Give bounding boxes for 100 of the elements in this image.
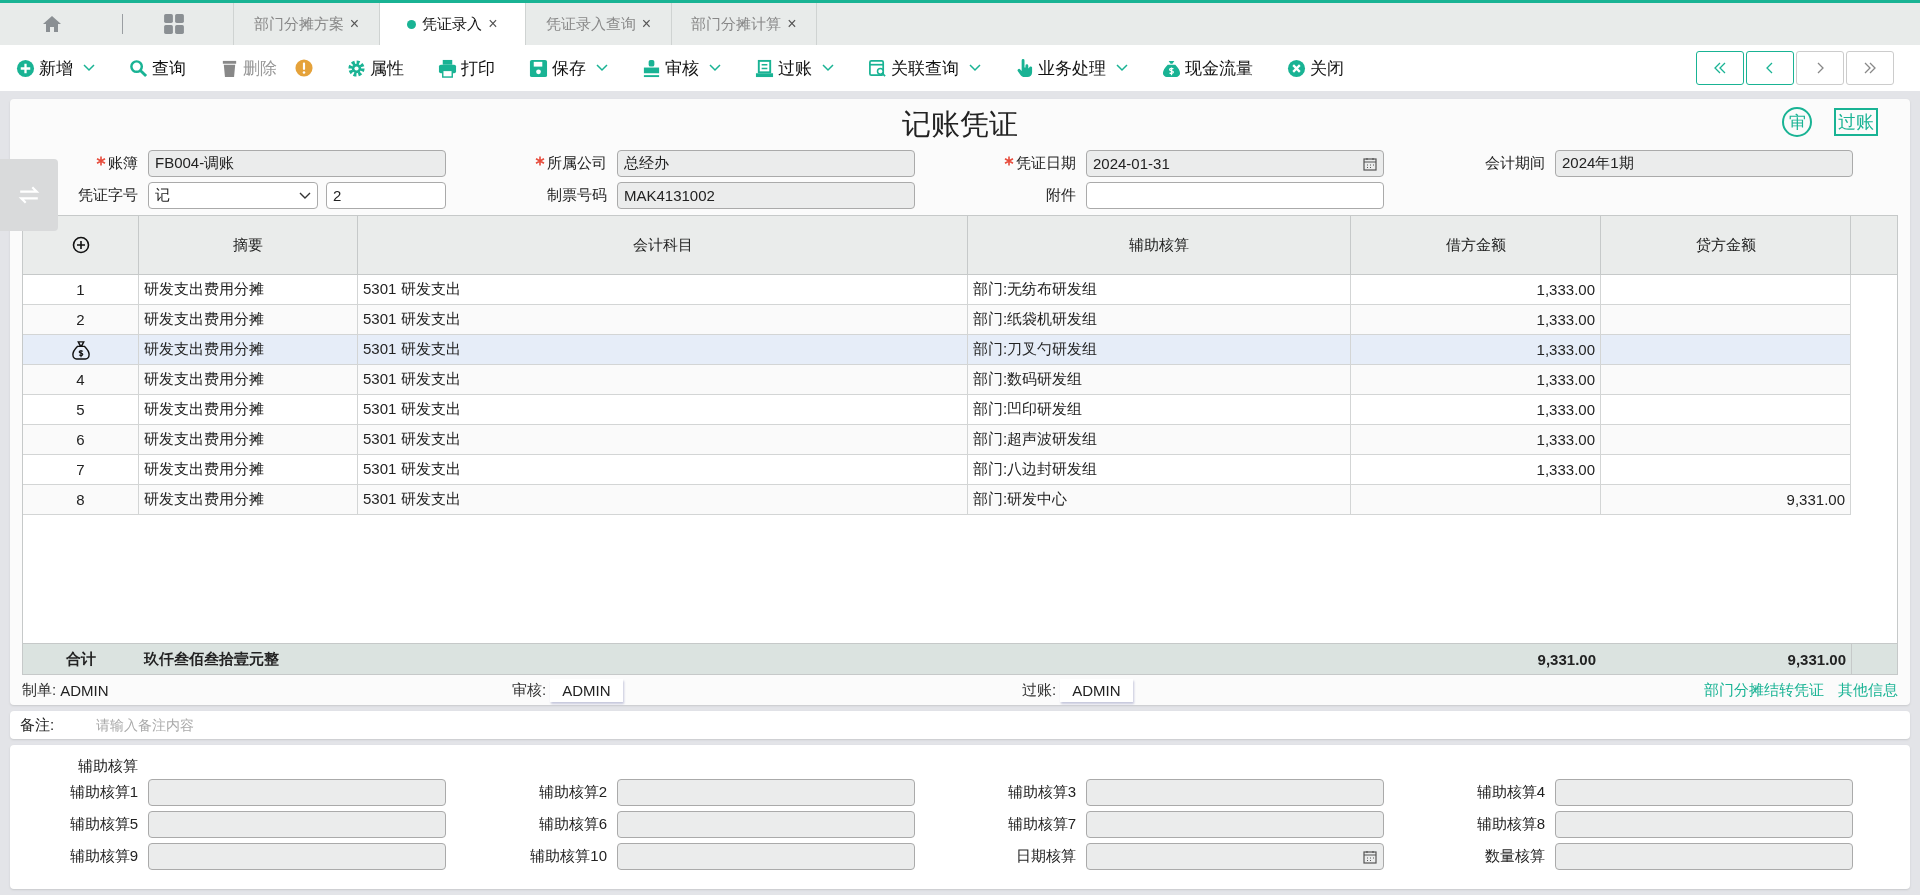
input-field[interactable] — [148, 811, 446, 838]
table-cell: 1,333.00 — [1351, 395, 1601, 424]
table-cell: 研发支出费用分摊 — [139, 485, 358, 514]
signature-value: ADMIN — [1060, 678, 1133, 702]
pager-button[interactable] — [1746, 51, 1794, 85]
column-header: 会计科目 — [358, 216, 968, 274]
toolbar-button[interactable]: 查询 — [129, 56, 186, 80]
column-header: 辅助核算 — [968, 216, 1351, 274]
table-cell: 部门:无纺布研发组 — [968, 275, 1351, 304]
input-field[interactable] — [617, 779, 915, 806]
field-label: 辅助核算4 — [1476, 783, 1545, 802]
table-row[interactable]: 研发支出费用分摊 5301 研发支出 部门:刀叉勺研发组 1,333.00 — [23, 335, 1851, 365]
settings-icon — [347, 58, 366, 78]
input-field[interactable]: 总经办 — [617, 150, 915, 177]
table-cell: 9,331.00 — [1601, 485, 1851, 514]
table-cell: 研发支出费用分摊 — [139, 365, 358, 394]
row-number: 2 — [76, 311, 85, 328]
toolbar-button[interactable]: 打印 — [438, 56, 495, 80]
close-icon[interactable]: × — [641, 15, 652, 33]
swap-arrows-icon — [18, 186, 40, 204]
date-field[interactable]: 2024-01-31 — [1086, 150, 1384, 177]
select-field[interactable]: 记 — [148, 182, 318, 209]
money-bag-icon — [1162, 58, 1181, 78]
input-field[interactable] — [1555, 843, 1853, 870]
grid-icon[interactable] — [163, 13, 185, 35]
close-icon — [1287, 58, 1306, 78]
row-number: 5 — [76, 401, 85, 418]
toolbar-button[interactable]: 审核 — [642, 56, 721, 80]
column-header: 摘要 — [139, 216, 358, 274]
double-chevron-left-icon — [1713, 61, 1727, 75]
table-row[interactable]: 8 研发支出费用分摊 5301 研发支出 部门:研发中心 9,331.00 — [23, 485, 1851, 515]
input-field[interactable] — [617, 843, 915, 870]
debit-total: 9,331.00 — [1536, 649, 1597, 670]
close-icon[interactable]: × — [787, 15, 797, 33]
input-field[interactable]: MAK4131002 — [617, 182, 915, 209]
active-dot-icon — [407, 19, 417, 29]
table-cell: 5301 研发支出 — [358, 395, 968, 424]
table-cell: 5301 研发支出 — [358, 275, 968, 304]
voucher-title: 记账凭证 — [902, 107, 1018, 142]
input-field[interactable]: 2024年1期 — [1555, 150, 1853, 177]
field-label: 附件 — [1046, 186, 1076, 205]
field-label: 制票号码 — [547, 186, 607, 205]
home-icon[interactable] — [42, 14, 62, 34]
search-icon — [129, 58, 148, 78]
total-label: 合计 — [65, 648, 97, 669]
table-cell: 部门:研发中心 — [968, 485, 1351, 514]
input-field[interactable] — [1555, 811, 1853, 838]
signature-value: ADMIN — [60, 681, 109, 699]
toolbar-button[interactable]: 现金流量 — [1162, 56, 1253, 80]
input-field[interactable] — [1086, 182, 1384, 209]
toolbar-button[interactable]: 业务处理 — [1015, 56, 1128, 80]
field-label: 辅助核算6 — [538, 815, 607, 834]
plus-circle-icon[interactable] — [71, 236, 90, 254]
date-field[interactable] — [1086, 843, 1384, 870]
table-cell: 5301 研发支出 — [358, 365, 968, 394]
swap-toggle[interactable] — [0, 159, 58, 231]
tab[interactable]: 凭证录入 × — [379, 3, 525, 45]
plus-circle-icon — [16, 58, 35, 78]
field-label: 账簿 — [108, 154, 138, 173]
table-row[interactable]: 4 研发支出费用分摊 5301 研发支出 部门:数码研发组 1,333.00 — [23, 365, 1851, 395]
input-field[interactable]: 2 — [326, 182, 446, 209]
table-row[interactable]: 6 研发支出费用分摊 5301 研发支出 部门:超声波研发组 1,333.00 — [23, 425, 1851, 455]
chevron-down-icon — [299, 191, 311, 200]
table-cell: 研发支出费用分摊 — [139, 425, 358, 454]
toolbar-button[interactable]: 属性 — [347, 56, 404, 80]
input-field[interactable] — [1086, 779, 1384, 806]
input-field[interactable]: FB004-调账 — [148, 150, 446, 177]
table-cell: 1,333.00 — [1351, 455, 1601, 484]
row-number: 1 — [76, 281, 85, 298]
toolbar-button[interactable]: 过账 — [755, 56, 834, 80]
input-field[interactable] — [148, 843, 446, 870]
section-title: 辅助核算 — [77, 757, 139, 776]
toolbar-button[interactable]: 关闭 — [1287, 56, 1344, 80]
printer-icon — [438, 58, 457, 78]
row-number: 4 — [76, 371, 85, 388]
close-icon[interactable]: × — [349, 15, 360, 33]
money-bag-icon[interactable] — [71, 339, 90, 360]
input-field[interactable] — [148, 779, 446, 806]
pager-button[interactable] — [1696, 51, 1744, 85]
table-cell: 部门:数码研发组 — [968, 365, 1351, 394]
remark-label: 备注: — [20, 715, 56, 735]
table-row[interactable]: 2 研发支出费用分摊 5301 研发支出 部门:纸袋机研发组 1,333.00 — [23, 305, 1851, 335]
field-label: 日期核算 — [1016, 847, 1076, 866]
table-cell: 研发支出费用分摊 — [139, 395, 358, 424]
table-cell: 研发支出费用分摊 — [139, 275, 358, 304]
table-cell: 5301 研发支出 — [358, 455, 968, 484]
field-label: 辅助核算2 — [538, 783, 607, 802]
remark-field[interactable]: 备注: 请输入备注内容 — [10, 711, 1910, 739]
row-number: 6 — [76, 431, 85, 448]
close-icon[interactable]: × — [488, 15, 498, 33]
table-cell: 1,333.00 — [1351, 425, 1601, 454]
table-cell: 研发支出费用分摊 — [139, 455, 358, 484]
toolbar-button[interactable]: 保存 — [529, 56, 608, 80]
table-cell: 研发支出费用分摊 — [139, 305, 358, 334]
input-field[interactable] — [1555, 779, 1853, 806]
toolbar-button[interactable]: 新增 — [16, 56, 95, 80]
input-field[interactable] — [617, 811, 915, 838]
input-field[interactable] — [1086, 811, 1384, 838]
toolbar-button[interactable]: 关联查询 — [868, 56, 981, 80]
table-cell: 研发支出费用分摊 — [139, 335, 358, 364]
